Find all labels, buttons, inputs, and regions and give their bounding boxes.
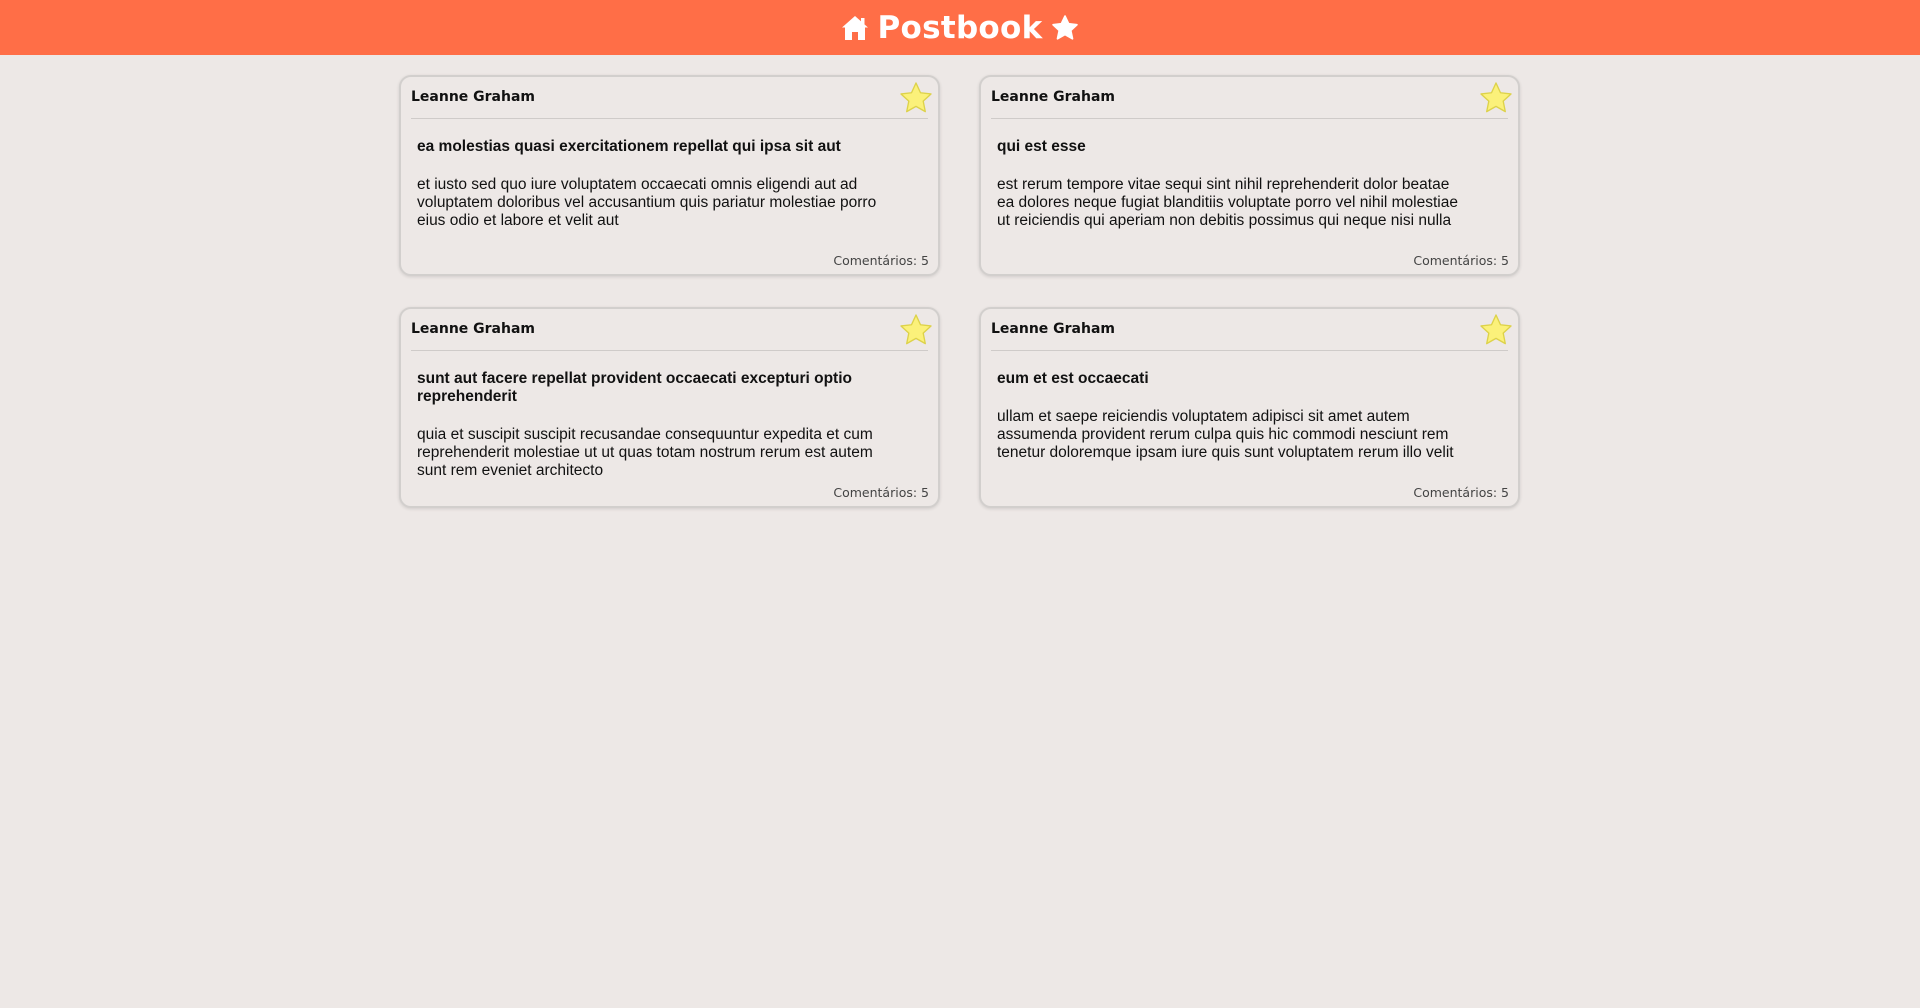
star-icon bbox=[1051, 14, 1079, 42]
post-card-header: Leanne Graham bbox=[411, 77, 932, 119]
post-card: Leanne Graham eum et est occaecati ullam… bbox=[979, 307, 1520, 508]
post-body: et iusto sed quo iure voluptatem occaeca… bbox=[417, 176, 877, 229]
post-author: Leanne Graham bbox=[411, 321, 536, 337]
post-card-header: Leanne Graham bbox=[411, 309, 932, 351]
post-card-header: Leanne Graham bbox=[991, 77, 1512, 119]
post-body: ullam et saepe reiciendis voluptatem adi… bbox=[997, 408, 1454, 461]
comments-count-link[interactable]: Comentários: 5 bbox=[1413, 253, 1509, 268]
brand-link[interactable]: Postbook bbox=[841, 10, 1078, 46]
post-card-header: Leanne Graham bbox=[991, 309, 1512, 351]
post-author: Leanne Graham bbox=[991, 89, 1116, 105]
favorite-star-icon[interactable] bbox=[1478, 312, 1514, 348]
post-card: Leanne Graham ea molestias quasi exercit… bbox=[399, 75, 940, 276]
post-title: qui est esse bbox=[997, 138, 1086, 155]
comments-count-link[interactable]: Comentários: 5 bbox=[833, 485, 929, 500]
home-icon bbox=[841, 15, 869, 41]
app-title: Postbook bbox=[877, 9, 1043, 46]
post-title: eum et est occaecati bbox=[997, 370, 1149, 387]
comments-count-link[interactable]: Comentários: 5 bbox=[1413, 485, 1509, 500]
favorite-star-icon[interactable] bbox=[1478, 80, 1514, 116]
post-author: Leanne Graham bbox=[991, 321, 1116, 337]
post-title: sunt aut facere repellat provident occae… bbox=[417, 370, 852, 405]
post-author: Leanne Graham bbox=[411, 89, 536, 105]
favorite-star-icon[interactable] bbox=[898, 80, 934, 116]
post-title: ea molestias quasi exercitationem repell… bbox=[417, 138, 841, 155]
post-body: est rerum tempore vitae sequi sint nihil… bbox=[997, 176, 1458, 229]
comments-count-link[interactable]: Comentários: 5 bbox=[833, 253, 929, 268]
post-body: quia et suscipit suscipit recusandae con… bbox=[417, 426, 873, 479]
favorite-star-icon[interactable] bbox=[898, 312, 934, 348]
post-card: Leanne Graham qui est esse est rerum tem… bbox=[979, 75, 1520, 276]
post-card: Leanne Graham sunt aut facere repellat p… bbox=[399, 307, 940, 508]
app-header: Postbook bbox=[0, 0, 1920, 55]
